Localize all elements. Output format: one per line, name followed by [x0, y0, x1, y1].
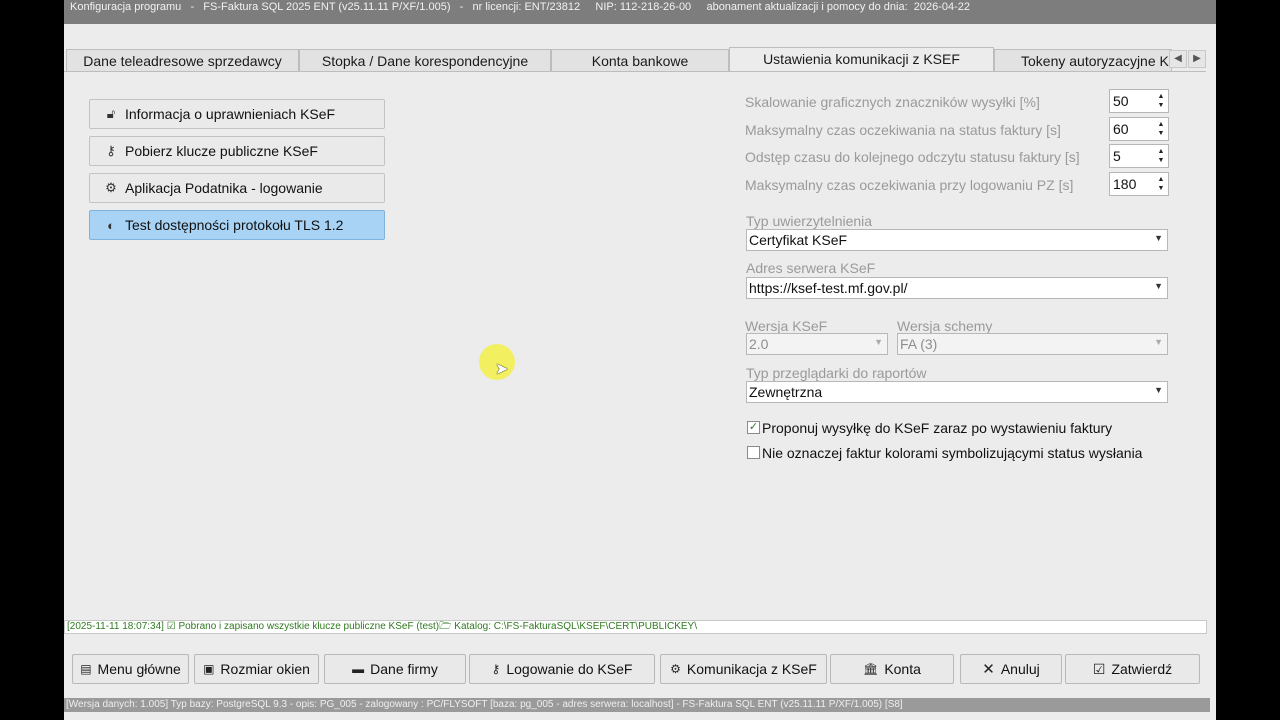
interval-spinner[interactable]: 5 ▲ ▼	[1109, 144, 1169, 168]
window-size-label: Rozmiar okien	[220, 661, 310, 677]
confirm-label: Zatwierdź	[1111, 661, 1173, 677]
spin-down-icon[interactable]: ▼	[1156, 157, 1166, 164]
chevron-down-icon: ▼	[1154, 385, 1163, 395]
spin-up-icon[interactable]: ▲	[1156, 121, 1166, 128]
tab-divider	[64, 71, 1206, 72]
tls-test-button[interactable]: ◐ Test dostępności protokołu TLS 1.2	[89, 210, 385, 240]
main-menu-label: Menu główne	[97, 661, 181, 677]
title-bar: Konfiguracja programu - FS-Faktura SQL 2…	[64, 0, 1216, 24]
ksef-communication-button[interactable]: ⚙ Komunikacja z KSeF	[660, 654, 827, 684]
check-icon: ☑	[1092, 660, 1106, 677]
ksef-permissions-label: Informacja o uprawnieniach KSeF	[125, 106, 336, 122]
fetch-public-keys-label: Pobierz klucze publiczne KSeF	[125, 143, 318, 159]
schema-version-select[interactable]: FA (3) ▼	[897, 333, 1168, 355]
tab-seller-address[interactable]: Dane teleadresowe sprzedawcy	[66, 49, 299, 71]
tab-bar: Dane teleadresowe sprzedawcy Stopka / Da…	[64, 47, 1216, 72]
bank-icon: 🏛︎	[863, 662, 879, 676]
accounts-button[interactable]: 🏛︎ Konta	[830, 654, 954, 684]
chevron-down-icon: ▼	[1154, 233, 1163, 243]
taxpayer-app-login-label: Aplikacja Podatnika - logowanie	[125, 180, 323, 196]
ksef-version-label: Wersja KSeF	[745, 318, 828, 334]
window-size-button[interactable]: ▣ Rozmiar okien	[194, 654, 319, 684]
tab-scroll-right-icon[interactable]: ▶	[1188, 50, 1206, 68]
spin-down-icon[interactable]: ▼	[1156, 102, 1166, 109]
tab-bank-accounts[interactable]: Konta bankowe	[551, 49, 729, 71]
window-size-icon: ▣	[203, 662, 215, 676]
spin-up-icon[interactable]: ▲	[1156, 93, 1166, 100]
tls-test-label: Test dostępności protokołu TLS 1.2	[125, 217, 344, 233]
gear-icon: ⚙	[670, 662, 681, 676]
confirm-button[interactable]: ☑ Zatwierdź	[1065, 654, 1200, 684]
spin-up-icon[interactable]: ▲	[1156, 148, 1166, 155]
accounts-label: Konta	[884, 661, 921, 677]
half-circle-icon: ◐	[107, 217, 115, 233]
company-icon: ▬	[352, 662, 365, 676]
ksef-communication-label: Komunikacja z KSeF	[686, 661, 817, 677]
tab-footer-correspondence[interactable]: Stopka / Dane korespondencyjne	[299, 49, 551, 71]
ksef-version-select[interactable]: 2.0 ▼	[746, 333, 888, 355]
spin-down-icon[interactable]: ▼	[1156, 130, 1166, 137]
footer-info: [Wersja danych: 1.005] Typ bazy: Postgre…	[64, 698, 1210, 712]
spin-up-icon[interactable]: ▲	[1156, 176, 1166, 183]
server-value: https://ksef-test.mf.gov.pl/	[749, 280, 908, 296]
company-data-label: Dane firmy	[370, 661, 438, 677]
mouse-pointer-icon: ➤	[495, 361, 509, 378]
max-status-spinner[interactable]: 60 ▲ ▼	[1109, 117, 1169, 141]
tab-ksef-settings[interactable]: Ustawienia komunikacji z KSEF	[729, 47, 994, 72]
chevron-down-icon: ▼	[1154, 281, 1163, 291]
interval-value: 5	[1113, 148, 1121, 164]
ksef-login-button[interactable]: ⚷ Logowanie do KSeF	[469, 654, 655, 684]
ksef-permissions-button[interactable]: 🔓︎ Informacja o uprawnieniach KSeF	[89, 99, 385, 129]
login-timeout-label: Maksymalny czas oczekiwania przy logowan…	[745, 177, 1074, 193]
login-timeout-spinner[interactable]: 180 ▲ ▼	[1109, 172, 1169, 196]
scaling-spinner[interactable]: 50 ▲ ▼	[1109, 89, 1169, 113]
server-label: Adres serwera KSeF	[746, 260, 876, 276]
tab-scroll-left-icon[interactable]: ◀	[1169, 50, 1187, 68]
tab-auth-tokens[interactable]: Tokeny autoryzacyjne KSeF	[994, 49, 1172, 71]
propose-send-checkbox[interactable]: ✓	[747, 421, 760, 434]
browser-type-value: Zewnętrzna	[749, 384, 823, 400]
interval-label: Odstęp czasu do kolejnego odczytu status…	[745, 149, 1080, 165]
key-icon: ⚷	[491, 662, 501, 676]
max-status-label: Maksymalny czas oczekiwania na status fa…	[745, 122, 1061, 138]
menu-icon: ▤	[80, 662, 92, 676]
server-select[interactable]: https://ksef-test.mf.gov.pl/ ▼	[746, 277, 1168, 299]
login-timeout-value: 180	[1113, 176, 1137, 192]
taxpayer-app-login-button[interactable]: ⚙ Aplikacja Podatnika - logowanie	[89, 173, 385, 203]
no-color-status-checkbox[interactable]	[747, 446, 760, 459]
cancel-label: Anuluj	[1000, 661, 1040, 677]
scaling-label: Skalowanie graficznych znaczników wysyłk…	[745, 94, 1040, 110]
no-color-status-label: Nie oznaczej faktur kolorami symbolizują…	[762, 445, 1143, 461]
main-menu-button[interactable]: ▤ Menu główne	[72, 654, 189, 684]
config-window: Konfiguracja programu - FS-Faktura SQL 2…	[64, 0, 1216, 720]
company-data-button[interactable]: ▬ Dane firmy	[324, 654, 466, 684]
fetch-public-keys-button[interactable]: ⚷ Pobierz klucze publiczne KSeF	[89, 136, 385, 166]
status-message: [2025-11-11 18:07:34] ☑ Pobrano i zapisa…	[64, 620, 1207, 634]
ksef-version-value: 2.0	[749, 336, 769, 352]
propose-send-label: Proponuj wysyłkę do KSeF zaraz po wystaw…	[762, 420, 1113, 436]
auth-type-select[interactable]: Certyfikat KSeF ▼	[746, 229, 1168, 251]
lock-icon: 🔓︎	[106, 106, 116, 121]
schema-version-value: FA (3)	[900, 336, 938, 352]
auth-type-label: Typ uwierzytelnienia	[746, 213, 873, 229]
gear-icon: ⚙	[105, 180, 117, 195]
cancel-button[interactable]: ✕ Anuluj	[960, 654, 1062, 684]
schema-version-label: Wersja schemy	[897, 318, 993, 334]
close-icon: ✕	[982, 661, 995, 678]
chevron-down-icon: ▼	[874, 337, 883, 347]
browser-type-select[interactable]: Zewnętrzna ▼	[746, 381, 1168, 403]
spin-down-icon[interactable]: ▼	[1156, 185, 1166, 192]
browser-type-label: Typ przeglądarki do raportów	[746, 365, 927, 381]
ksef-login-label: Logowanie do KSeF	[506, 661, 633, 677]
chevron-down-icon: ▼	[1154, 337, 1163, 347]
key-icon: ⚷	[106, 143, 116, 158]
max-status-value: 60	[1113, 121, 1129, 137]
scaling-value: 50	[1113, 93, 1129, 109]
auth-type-value: Certyfikat KSeF	[749, 232, 848, 248]
